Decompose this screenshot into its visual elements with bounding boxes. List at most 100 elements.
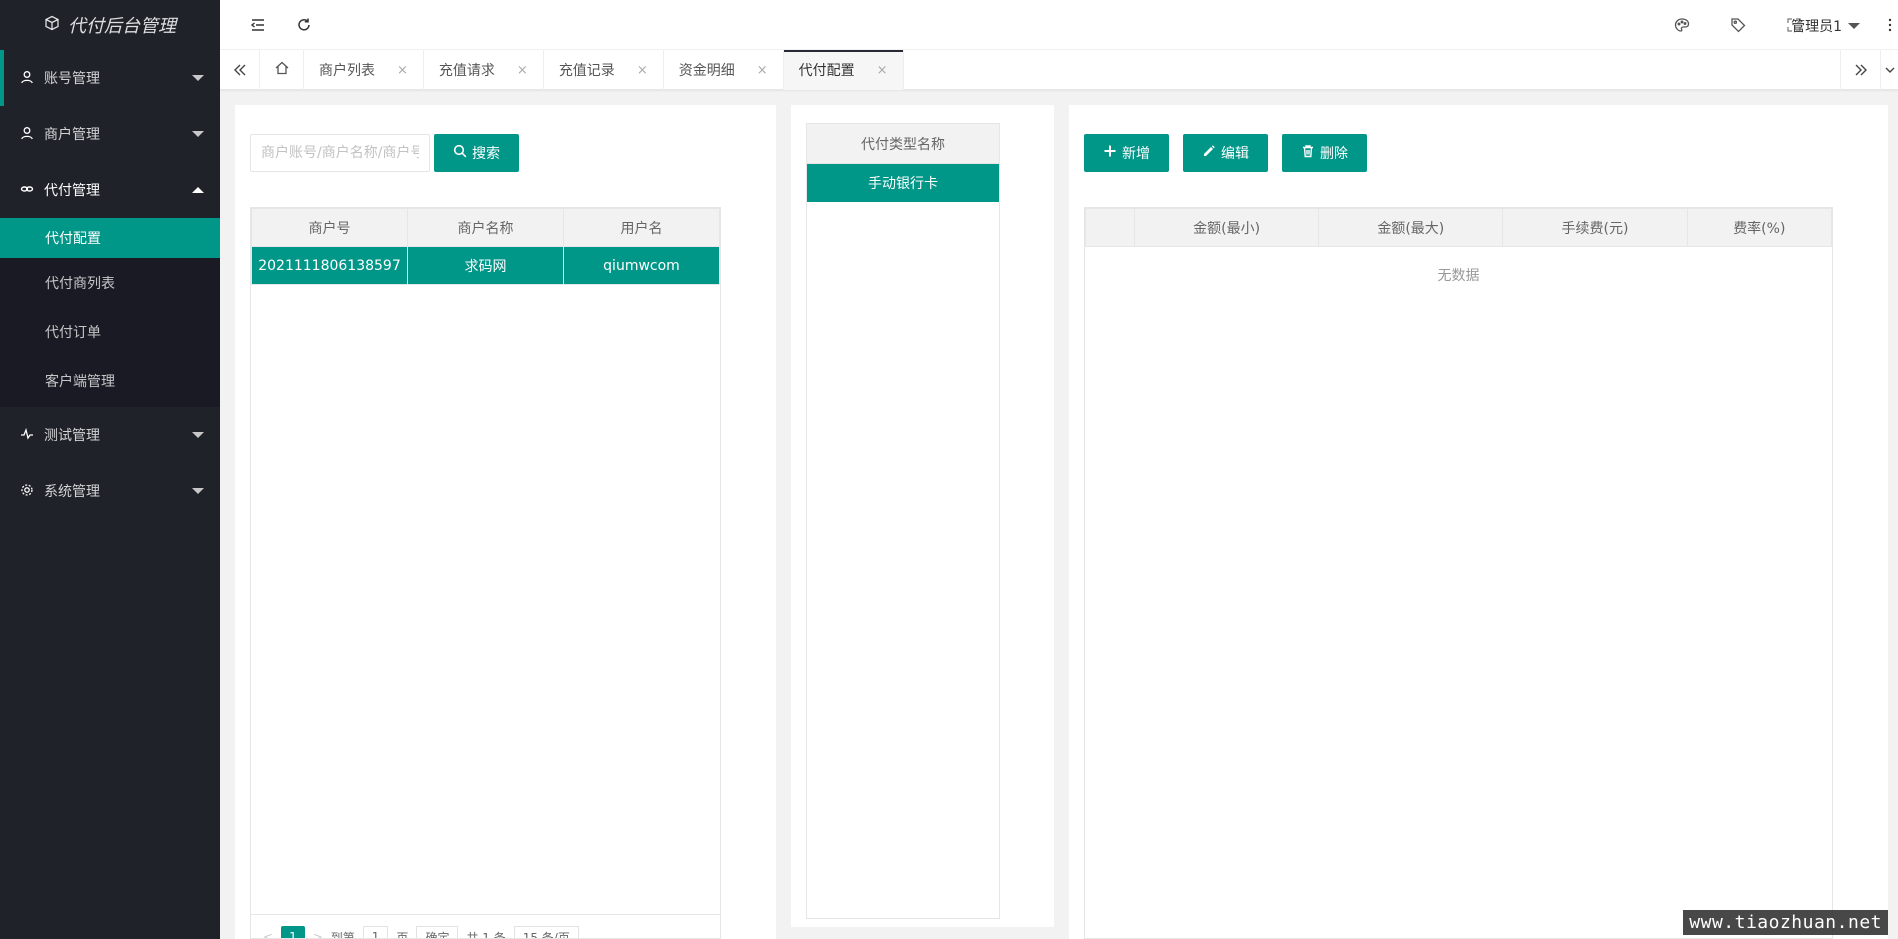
close-icon[interactable]: × (517, 63, 528, 78)
user-name-label: 管理员1 (1791, 19, 1842, 35)
merchant-panel: 搜索 商户号 商户名称 用户名 2021111806138597 求码网 qiu… (235, 105, 776, 939)
select-all-column[interactable] (1085, 208, 1135, 247)
tab-label: 资金明细 (678, 63, 735, 79)
nav-system-management[interactable]: 系统管理 (0, 463, 220, 519)
payout-type-list: 代付类型名称 手动银行卡 (806, 123, 1000, 919)
close-icon[interactable]: × (757, 63, 768, 78)
close-icon[interactable]: × (877, 63, 888, 78)
pagination: < 1 > 到第 1 页 确定 共 1 条 15 条/页 (251, 914, 720, 938)
column-header[interactable]: 金额(最大) (1318, 208, 1504, 247)
delete-button-label: 删除 (1320, 146, 1348, 162)
tabs-scroll-right-icon[interactable] (1840, 50, 1880, 90)
confirm-jump-button[interactable]: 确定 (416, 926, 459, 938)
app-title: 代付后台管理 (68, 16, 176, 37)
menu-collapse-icon[interactable] (247, 14, 269, 36)
tabs-scroll-left-icon[interactable] (220, 50, 260, 90)
table-header-row: 金额(最小) 金额(最大) 手续费(元) 费率(%) (1085, 208, 1833, 247)
trash-icon (1301, 144, 1315, 162)
tabs-menu-chevron-icon[interactable] (1880, 50, 1898, 90)
caret-down-icon (192, 75, 204, 81)
sidebar: 代付后台管理 账号管理 商户管理 代付管理 代付配置 代付商列表 代付订单 客户… (0, 0, 220, 939)
nav-label: 代付管理 (44, 183, 100, 199)
payout-type-item[interactable]: 手动银行卡 (807, 164, 999, 202)
delete-button[interactable]: 删除 (1282, 134, 1367, 172)
user-icon (20, 126, 36, 142)
link-icon (20, 182, 36, 198)
theme-palette-icon[interactable] (1671, 14, 1693, 36)
edit-button-label: 编辑 (1221, 146, 1249, 162)
nav-label: 商户管理 (44, 127, 100, 143)
goto-label: 到第 (330, 930, 355, 939)
tab-recharge-record[interactable]: 充值记录 × (544, 50, 664, 90)
top-header: 管理员1 (220, 0, 1898, 50)
payout-type-header: 代付类型名称 (807, 124, 999, 164)
page-unit-label: 页 (396, 930, 409, 939)
add-button-label: 新增 (1122, 146, 1150, 162)
more-vertical-icon[interactable] (1882, 14, 1898, 36)
fee-table: 金额(最小) 金额(最大) 手续费(元) 费率(%) 无数据 (1084, 207, 1833, 939)
subnav-payout-merchant-list[interactable]: 代付商列表 (0, 258, 220, 307)
tab-home[interactable] (260, 50, 304, 90)
page-size-select[interactable]: 15 条/页 (513, 926, 579, 938)
column-header[interactable]: 商户号 (251, 208, 408, 247)
table-row[interactable]: 2021111806138597 求码网 qiumwcom (251, 246, 720, 285)
prev-page-button[interactable]: < (263, 926, 273, 938)
nav-merchant-management[interactable]: 商户管理 (0, 106, 220, 162)
page-tabs-bar: 商户列表 × 充值请求 × 充值记录 × 资金明细 × 代付配置 × (220, 50, 1898, 90)
caret-up-icon (192, 187, 204, 193)
tab-label: 代付配置 (798, 63, 855, 79)
tab-payout-config[interactable]: 代付配置 × (783, 50, 904, 90)
caret-down-icon (1848, 23, 1860, 29)
merchant-table: 商户号 商户名称 用户名 2021111806138597 求码网 qiumwc… (250, 207, 721, 939)
merchant-name-cell: 求码网 (407, 246, 564, 285)
edit-button[interactable]: 编辑 (1183, 134, 1268, 172)
page-number-current[interactable]: 1 (281, 926, 305, 938)
merchant-search-input[interactable] (250, 134, 430, 172)
tab-label: 商户列表 (319, 63, 375, 79)
refresh-icon[interactable] (293, 14, 315, 36)
close-icon[interactable]: × (397, 63, 408, 78)
logo[interactable]: 代付后台管理 (0, 0, 220, 50)
nav-account-management[interactable]: 账号管理 (0, 50, 220, 106)
page-jump-input[interactable]: 1 (362, 926, 389, 938)
next-page-button[interactable]: > (313, 926, 323, 938)
tabs: 商户列表 × 充值请求 × 充值记录 × 资金明细 × 代付配置 × (260, 50, 904, 90)
tab-label: 充值记录 (558, 63, 615, 79)
tab-merchant-list[interactable]: 商户列表 × (304, 50, 424, 90)
column-header[interactable]: 手续费(元) (1502, 208, 1688, 247)
subnav-payout-orders[interactable]: 代付订单 (0, 307, 220, 356)
nav-label: 测试管理 (44, 428, 100, 444)
close-icon[interactable]: × (637, 63, 648, 78)
payout-type-panel: 代付类型名称 手动银行卡 (791, 105, 1054, 927)
plus-icon (1103, 144, 1117, 162)
column-header[interactable]: 金额(最小) (1133, 208, 1320, 247)
subnav-payout-config[interactable]: 代付配置 (0, 218, 220, 258)
cube-icon (44, 15, 60, 36)
search-button-label: 搜索 (472, 146, 500, 162)
nav-payout-management[interactable]: 代付管理 (0, 162, 220, 218)
column-header[interactable]: 费率(%) (1686, 208, 1833, 247)
tab-fund-detail[interactable]: 资金明细 × (664, 50, 784, 90)
nav-label: 账号管理 (44, 71, 100, 87)
merchant-id-cell: 2021111806138597 (251, 246, 408, 285)
tab-label: 充值请求 (438, 63, 495, 79)
search-button[interactable]: 搜索 (434, 134, 519, 172)
tag-icon[interactable] (1727, 14, 1749, 36)
table-header-row: 商户号 商户名称 用户名 (251, 208, 720, 247)
nav-test-management[interactable]: 测试管理 (0, 407, 220, 463)
subnav-client-management[interactable]: 客户端管理 (0, 356, 220, 405)
search-icon (453, 144, 467, 162)
tab-recharge-request[interactable]: 充值请求 × (424, 50, 544, 90)
column-header[interactable]: 商户名称 (407, 208, 564, 247)
add-button[interactable]: 新增 (1084, 134, 1169, 172)
column-header[interactable]: 用户名 (563, 208, 720, 247)
pencil-icon (1202, 144, 1216, 162)
pulse-icon (20, 427, 36, 443)
user-icon (20, 70, 36, 86)
caret-down-icon (192, 131, 204, 137)
total-count: 共 1 条 (466, 930, 506, 939)
user-menu[interactable]: 管理员1 (1791, 16, 1860, 36)
caret-down-icon (192, 432, 204, 438)
home-icon (274, 60, 290, 80)
payout-submenu: 代付配置 代付商列表 代付订单 客户端管理 (0, 218, 220, 407)
